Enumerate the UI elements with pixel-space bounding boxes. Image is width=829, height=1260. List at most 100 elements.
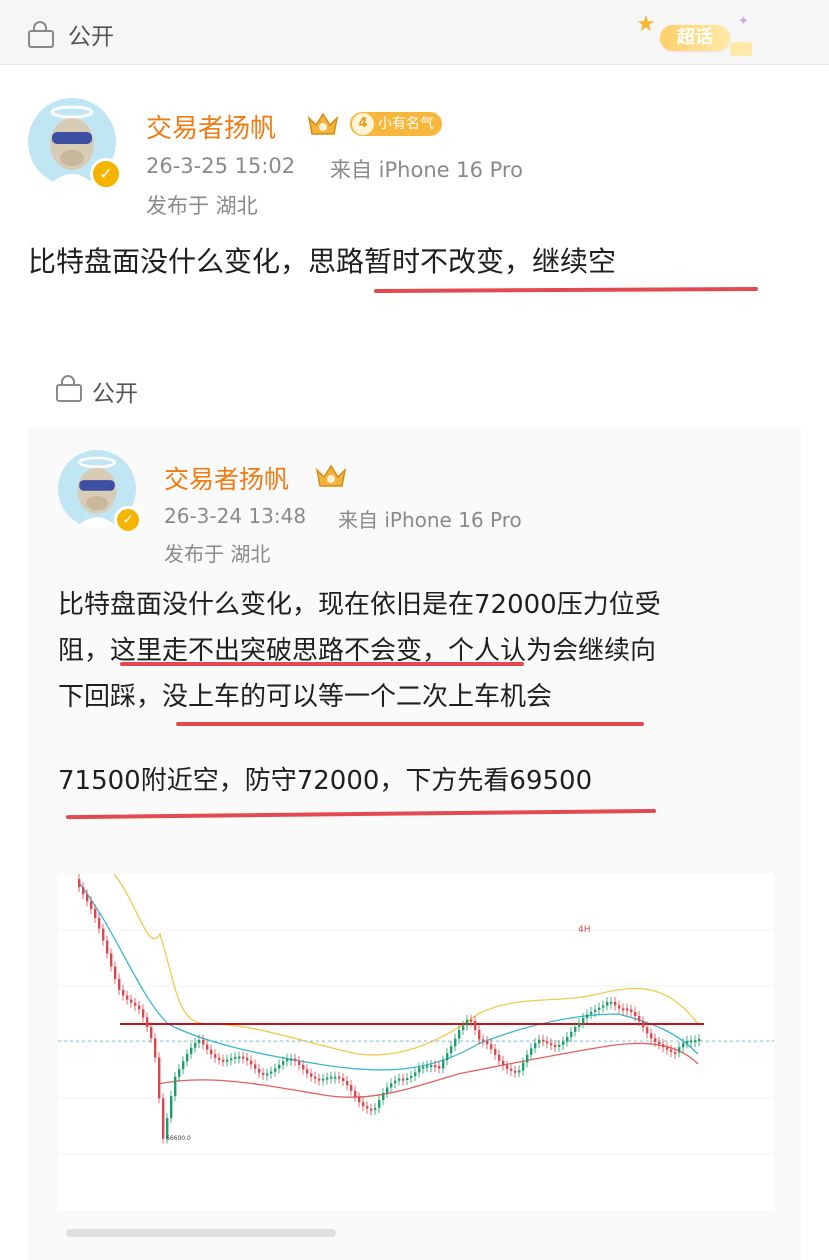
candle-body bbox=[218, 1057, 221, 1060]
candle-body bbox=[134, 1002, 137, 1006]
candle-body bbox=[610, 1001, 613, 1004]
candle-body bbox=[686, 1040, 689, 1044]
candle-body bbox=[254, 1064, 257, 1069]
candle-body bbox=[458, 1029, 461, 1039]
candle-body bbox=[194, 1043, 197, 1048]
candle-body bbox=[114, 966, 117, 979]
super-topic-badge[interactable]: ★ 超话 ✦ bbox=[634, 12, 758, 60]
candle-body bbox=[510, 1068, 513, 1071]
candle-body bbox=[390, 1083, 393, 1088]
candle-body bbox=[542, 1039, 545, 1042]
candle-body bbox=[426, 1065, 429, 1068]
candle-body bbox=[430, 1065, 433, 1068]
candle-body bbox=[578, 1023, 581, 1028]
candle-body bbox=[518, 1070, 521, 1073]
candle-body bbox=[522, 1062, 525, 1071]
horizontal-scrollbar[interactable] bbox=[66, 1229, 336, 1237]
low-marker-label: 66600.0 bbox=[166, 1135, 191, 1142]
repost-timestamp: 26-3-24 13:48 bbox=[164, 504, 307, 528]
candle-body bbox=[466, 1019, 469, 1026]
candle-body bbox=[158, 1057, 161, 1099]
candle-body bbox=[406, 1077, 409, 1080]
level-label: 小有名气 bbox=[378, 116, 434, 132]
candle-body bbox=[698, 1039, 701, 1042]
candle-body bbox=[670, 1049, 673, 1052]
candle-body bbox=[222, 1059, 225, 1062]
candle-body bbox=[306, 1069, 309, 1074]
candle-body bbox=[446, 1053, 449, 1061]
repost-visibility-label[interactable]: 公开 bbox=[92, 374, 138, 408]
repost-author-name[interactable]: 交易者扬帆 bbox=[164, 460, 289, 496]
candle-body bbox=[566, 1036, 569, 1042]
candle-body bbox=[334, 1076, 337, 1079]
candle-body bbox=[94, 908, 97, 919]
candle-body bbox=[650, 1033, 653, 1039]
candle-body bbox=[210, 1049, 213, 1055]
candle-body bbox=[174, 1076, 177, 1097]
candle-body bbox=[434, 1065, 437, 1068]
candle-body bbox=[90, 901, 93, 909]
candle-body bbox=[270, 1071, 273, 1074]
candle-body bbox=[346, 1080, 349, 1086]
candle-body bbox=[494, 1048, 497, 1055]
candle-body bbox=[350, 1085, 353, 1091]
candle-body bbox=[290, 1058, 293, 1061]
candle-body bbox=[570, 1031, 573, 1037]
candle-body bbox=[558, 1044, 561, 1047]
candle-body bbox=[590, 1011, 593, 1015]
candle-body bbox=[266, 1073, 269, 1076]
candle-body bbox=[482, 1039, 485, 1042]
candle-body bbox=[626, 1008, 629, 1011]
visibility-label[interactable]: 公开 bbox=[68, 17, 114, 51]
candle-body bbox=[102, 928, 105, 941]
candle-body bbox=[654, 1038, 657, 1042]
candle-body bbox=[274, 1068, 277, 1072]
candle-body bbox=[638, 1016, 641, 1022]
candle-body bbox=[514, 1070, 517, 1073]
candle-body bbox=[414, 1072, 417, 1076]
candle-body bbox=[690, 1040, 693, 1043]
candle-body bbox=[618, 1005, 621, 1009]
candle-body bbox=[78, 879, 81, 888]
candle-body bbox=[554, 1045, 557, 1048]
candle-body bbox=[278, 1064, 281, 1069]
candle-body bbox=[150, 1027, 153, 1039]
candle-body bbox=[530, 1048, 533, 1055]
candle-body bbox=[642, 1021, 645, 1028]
candle-body bbox=[110, 953, 113, 967]
sparkle-icon: ✦ bbox=[738, 14, 749, 29]
verified-badge-icon: ✓ bbox=[90, 158, 122, 190]
candle-body bbox=[262, 1072, 265, 1075]
candle-body bbox=[322, 1078, 325, 1081]
level-number: 4 bbox=[352, 113, 374, 135]
level-badge: 4 小有名气 bbox=[350, 112, 442, 136]
candle-body bbox=[342, 1078, 345, 1081]
star-icon: ★ bbox=[636, 12, 656, 37]
candle-body bbox=[394, 1080, 397, 1084]
candle-body bbox=[326, 1077, 329, 1080]
candle-body bbox=[490, 1044, 493, 1049]
repost-trade-plan: 71500附近空，防守72000，下方先看69500 bbox=[58, 766, 593, 796]
candle-body bbox=[462, 1025, 465, 1030]
candle-body bbox=[378, 1100, 381, 1108]
candle-body bbox=[362, 1102, 365, 1107]
candle-body bbox=[298, 1061, 301, 1065]
candle-body bbox=[106, 940, 109, 954]
candle-body bbox=[450, 1046, 453, 1054]
candle-body bbox=[666, 1047, 669, 1050]
candle-body bbox=[646, 1027, 649, 1034]
author-name[interactable]: 交易者扬帆 bbox=[146, 108, 276, 145]
candle-body bbox=[302, 1064, 305, 1070]
highlight-underline bbox=[373, 286, 759, 294]
candle-body bbox=[602, 1005, 605, 1008]
candle-body bbox=[82, 887, 85, 895]
candle-body bbox=[634, 1012, 637, 1017]
candle-body bbox=[282, 1061, 285, 1065]
candle-body bbox=[226, 1059, 229, 1062]
candle-body bbox=[598, 1007, 601, 1010]
candle-body bbox=[586, 1014, 589, 1019]
candle-body bbox=[526, 1054, 529, 1063]
candle-body bbox=[246, 1057, 249, 1061]
candle-body bbox=[674, 1051, 677, 1054]
candle-body bbox=[506, 1065, 509, 1069]
